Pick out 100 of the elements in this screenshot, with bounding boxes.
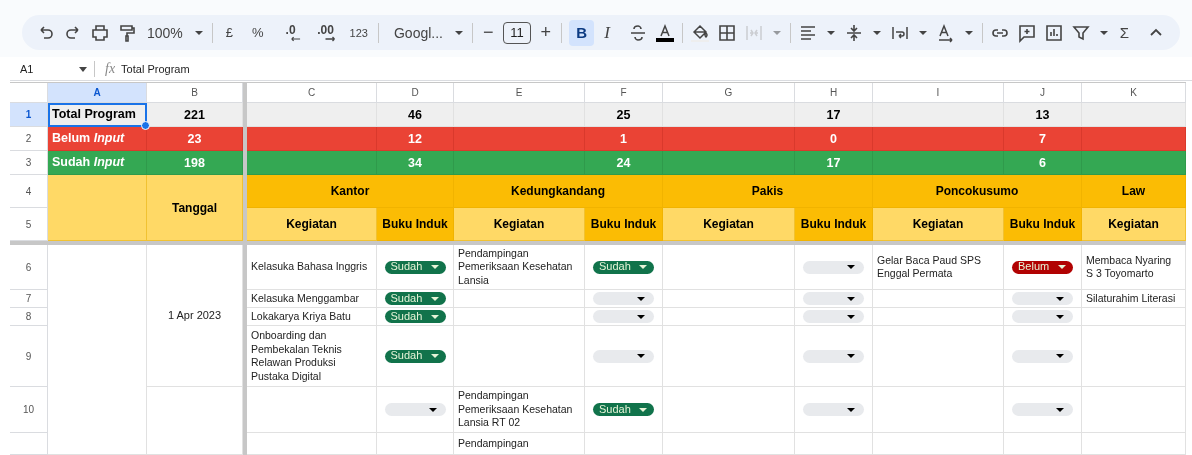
column-title: Kegiatan [1082, 208, 1186, 241]
status-dropdown[interactable] [593, 292, 654, 305]
arrow-icon [323, 35, 336, 42]
row-header[interactable]: 7 [10, 290, 48, 308]
status-dropdown[interactable] [384, 403, 446, 416]
column-title: Tanggal [147, 175, 243, 241]
status-dropdown[interactable] [803, 260, 864, 274]
row-header[interactable]: 6 [10, 245, 48, 290]
column-header[interactable]: I [873, 83, 1004, 103]
paint-roller-icon[interactable] [117, 22, 137, 43]
text-color-icon[interactable] [654, 22, 675, 43]
caret-icon [430, 354, 439, 358]
number-format-button[interactable]: 123 [346, 19, 371, 46]
status-dropdown[interactable] [803, 403, 864, 416]
function-label: fx [105, 60, 116, 77]
caret-icon [1058, 265, 1066, 269]
summary-count: 24 [585, 151, 663, 175]
summary-count: 13 [1004, 103, 1082, 127]
status-dropdown[interactable]: Sudah [384, 260, 446, 274]
column-title: Buku Induk [795, 208, 873, 241]
region-header: Kedungkandang [454, 175, 663, 208]
corner-cell[interactable] [10, 83, 48, 103]
row-header[interactable]: 5 [10, 208, 48, 241]
sum-button[interactable]: Σ [1116, 19, 1132, 46]
row-header[interactable]: 3 [10, 151, 48, 175]
caret-icon [1056, 354, 1064, 358]
currency-button[interactable]: £ [219, 19, 240, 46]
print-icon[interactable] [90, 22, 110, 43]
summary-label: Belum Input [48, 127, 147, 151]
summary-count: 46 [377, 103, 454, 127]
comment-icon[interactable] [1016, 22, 1037, 43]
cell-reference: A1 [20, 62, 34, 75]
arrow-icon [288, 35, 301, 42]
status-dropdown[interactable] [803, 349, 864, 363]
row-header[interactable]: 4 [10, 175, 48, 208]
percent-button[interactable]: % [246, 19, 270, 46]
column-title: Kegiatan [663, 208, 795, 241]
chart-icon[interactable] [1043, 22, 1064, 43]
caret-icon [637, 354, 645, 358]
row-header[interactable]: 9 [10, 326, 48, 387]
status-dropdown[interactable]: Sudah [593, 260, 654, 274]
name-box[interactable]: A1 [10, 62, 94, 75]
activity-cell: Pendampingan [454, 433, 585, 455]
status-dropdown[interactable]: Belum [1012, 260, 1073, 274]
fill-color-icon[interactable] [689, 22, 710, 43]
caret-icon [1056, 296, 1064, 301]
caret-icon [639, 265, 647, 269]
italic-button[interactable]: I [601, 19, 621, 46]
increase-decimal-button[interactable]: .00 [311, 19, 340, 46]
region-header: Poncokusumo [873, 175, 1082, 208]
column-header[interactable]: E [454, 83, 585, 103]
status-dropdown[interactable] [1012, 310, 1073, 323]
status-dropdown[interactable] [803, 310, 864, 323]
bold-button[interactable]: B [569, 19, 595, 46]
summary-count: 17 [795, 103, 873, 127]
summary-label: Total Program [48, 103, 147, 127]
status-dropdown[interactable] [1012, 403, 1073, 416]
status-dropdown[interactable] [593, 310, 654, 323]
status-dropdown[interactable]: Sudah [593, 403, 654, 416]
column-header[interactable]: G [663, 83, 795, 103]
region-header: Law [1082, 175, 1186, 208]
column-header[interactable]: H [795, 83, 873, 103]
status-dropdown[interactable] [1012, 349, 1073, 363]
row-header[interactable]: 1 [10, 103, 48, 127]
caret-icon [1056, 407, 1064, 412]
summary-count: 0 [795, 127, 873, 151]
decrease-decimal-button[interactable]: .0 [276, 19, 305, 46]
row-header[interactable]: 8 [10, 308, 48, 326]
status-dropdown[interactable]: Sudah [384, 292, 446, 305]
column-title: Buku Induk [377, 208, 454, 241]
font-dropdown[interactable]: Googl... [385, 19, 446, 46]
column-header[interactable]: D [377, 83, 454, 103]
column-header[interactable]: B [147, 83, 243, 103]
caret-icon [847, 407, 855, 412]
column-header[interactable]: F [585, 83, 663, 103]
status-dropdown[interactable] [1012, 292, 1073, 305]
column-header[interactable]: K [1082, 83, 1186, 103]
column-header[interactable]: J [1004, 83, 1082, 103]
row-header[interactable]: 2 [10, 127, 48, 151]
borders-icon[interactable] [716, 22, 737, 43]
summary-total: 23 [147, 127, 243, 151]
column-header[interactable]: A [48, 83, 147, 103]
column-header[interactable]: C [247, 83, 377, 103]
caret-icon [847, 354, 855, 358]
caret-icon [639, 407, 647, 412]
summary-count: 34 [377, 151, 454, 175]
status-dropdown[interactable]: Sudah [384, 349, 446, 363]
decrease-font-size-button[interactable]: − [479, 19, 497, 46]
zoom-dropdown[interactable]: 100% [144, 19, 186, 46]
row-header[interactable]: 10 [10, 387, 48, 433]
summary-count: 25 [585, 103, 663, 127]
caret-icon [430, 314, 439, 319]
caret-icon [428, 407, 437, 412]
status-dropdown[interactable] [593, 349, 654, 363]
font-size-field[interactable]: 11 [503, 21, 531, 44]
formula-field[interactable]: Total Program [121, 62, 190, 75]
status-dropdown[interactable] [803, 292, 864, 305]
caret-icon [430, 296, 439, 301]
increase-font-size-button[interactable]: + [537, 19, 554, 46]
status-dropdown[interactable]: Sudah [384, 310, 446, 323]
